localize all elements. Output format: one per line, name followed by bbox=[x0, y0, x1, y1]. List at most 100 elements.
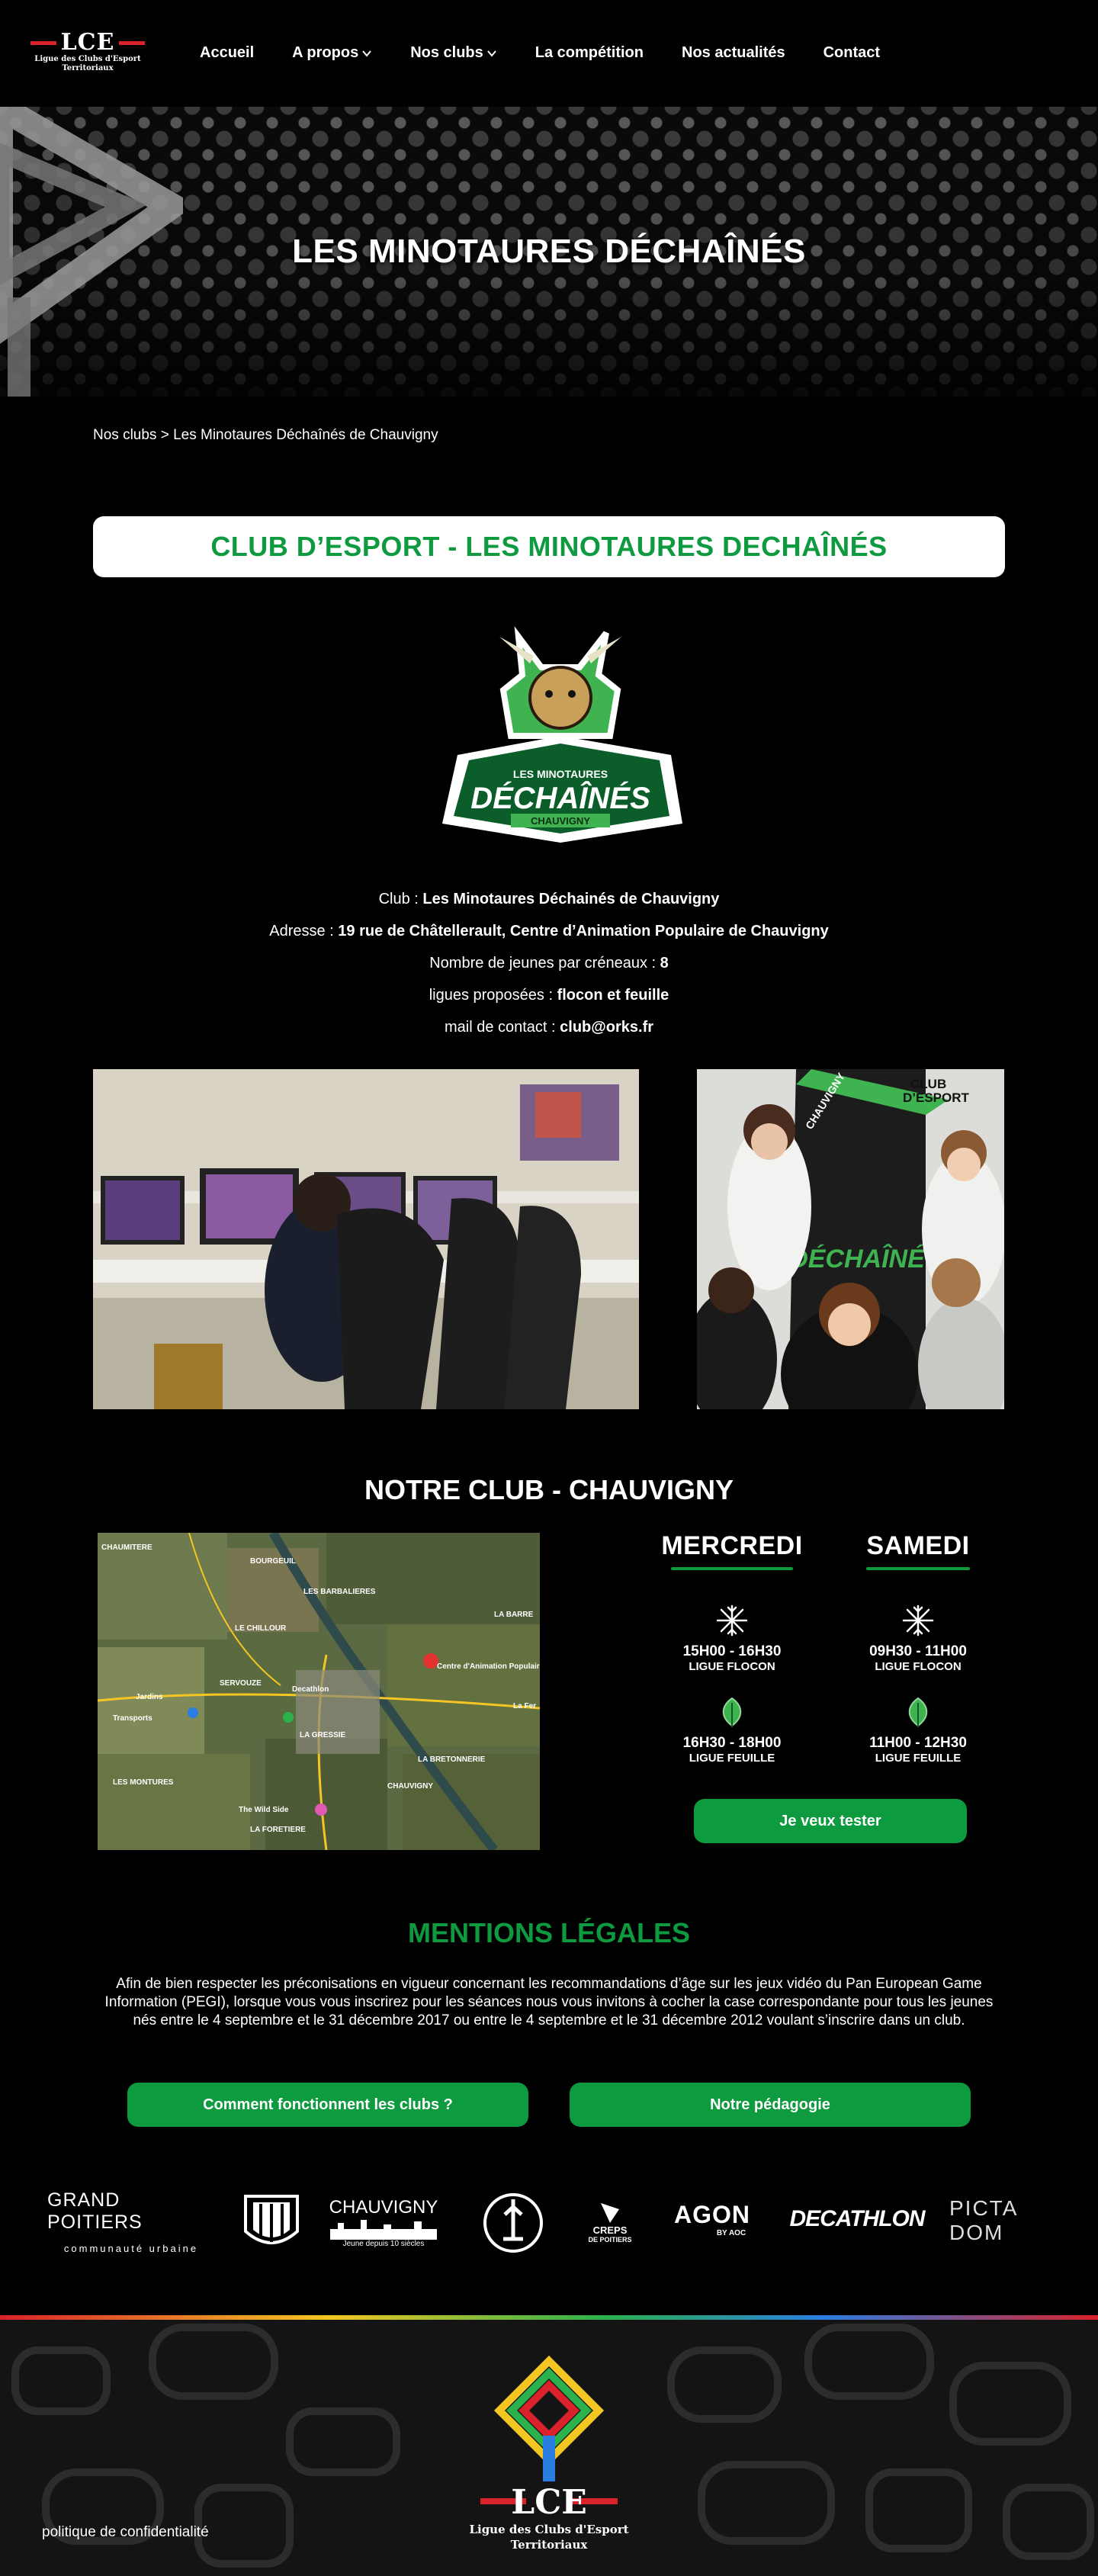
info-players: Nombre de jeunes par créneaux : 8 bbox=[429, 955, 669, 972]
partner-chauvigny-main: CHAUVIGNY bbox=[329, 2196, 438, 2218]
info-leagues: ligues proposées : flocon et feuille bbox=[429, 987, 669, 1004]
map-image: CHAUMITERE BOURGEUIL LES BARBALIERES LA … bbox=[98, 1533, 540, 1850]
footer-logo-mark: LCE bbox=[511, 2483, 587, 2522]
castle-skyline-icon bbox=[330, 2219, 437, 2240]
logo-subtitle-1: Ligue des Clubs d'Esport bbox=[34, 55, 141, 63]
partner-chauvigny-sub: Jeune depuis 10 siècles bbox=[342, 2239, 425, 2248]
map-label: CHAUMITERE bbox=[101, 1543, 152, 1552]
map-label: LA GRESSIE bbox=[300, 1731, 346, 1739]
logo-bar-right bbox=[119, 40, 146, 45]
slot-league: LIGUE FEUILLE bbox=[689, 1752, 775, 1765]
schedule-slot: 09H30 - 11H00 LIGUE FLOCON bbox=[834, 1604, 1002, 1674]
map-label: LES BARBALIERES bbox=[303, 1588, 376, 1596]
chevron-down-icon bbox=[362, 50, 371, 57]
partner-decathlon-logo[interactable]: DECATHLON bbox=[789, 2204, 925, 2234]
slot-league: LIGUE FLOCON bbox=[689, 1660, 775, 1673]
schedule-slot: 11H00 - 12H30 LIGUE FEUILLE bbox=[834, 1695, 1002, 1765]
snowflake-icon bbox=[902, 1604, 934, 1636]
footer-logo[interactable]: LCE Ligue des Clubs d'Esport Territoriau… bbox=[458, 2353, 640, 2574]
nav-actualites[interactable]: Nos actualités bbox=[682, 44, 785, 62]
partner-agon-main: AGON bbox=[674, 2201, 750, 2228]
nav-contact-label: Contact bbox=[823, 44, 881, 61]
map-label: BOURGEUIL bbox=[250, 1557, 296, 1566]
minotaure-club-logo-icon: LES MINOTAURES DÉCHAÎNÉS CHAUVIGNY bbox=[442, 626, 682, 843]
leaf-icon bbox=[722, 1697, 742, 1727]
map-label: CHAUVIGNY bbox=[387, 1782, 433, 1791]
info-club: Club : Les Minotaures Déchainés de Chauv… bbox=[378, 891, 720, 907]
privacy-policy-link[interactable]: politique de confidentialité bbox=[42, 2524, 209, 2541]
day-underline bbox=[671, 1567, 793, 1570]
schedule-slot: 16H30 - 18H00 LIGUE FEUILLE bbox=[648, 1695, 816, 1765]
pedagogy-button[interactable]: Notre pédagogie bbox=[570, 2083, 971, 2127]
breadcrumb: Nos clubs > Les Minotaures Déchaînés de … bbox=[93, 427, 438, 444]
map-label: LA BRETONNERIE bbox=[418, 1755, 486, 1764]
banner-club-label-2: D’ESPORT bbox=[903, 1090, 970, 1105]
banner-title: LES MINOTAURES DÉCHAÎNÉS bbox=[292, 233, 806, 270]
map-label: LES MONTURES bbox=[113, 1778, 174, 1787]
partner-agon-logo[interactable]: AGON BY AOC bbox=[666, 2196, 758, 2242]
map-label: Transports bbox=[113, 1714, 152, 1723]
map-label: SERVOUZE bbox=[220, 1679, 262, 1688]
hero-banner: LES MINOTAURES DÉCHAÎNÉS bbox=[0, 107, 1098, 397]
footer-logo-sub-1: Ligue des Clubs d'Esport bbox=[469, 2523, 628, 2536]
map-label: LA FORETIERE bbox=[250, 1826, 306, 1834]
schedule-day-wednesday: MERCREDI 15H00 - 16H30 LIGUE FLOCON 16H3… bbox=[648, 1531, 816, 1765]
slot-time: 09H30 - 11H00 bbox=[869, 1643, 967, 1659]
snowflake-icon bbox=[716, 1604, 748, 1636]
mentions-title: MENTIONS LÉGALES bbox=[407, 1917, 691, 1948]
day-name: SAMEDI bbox=[866, 1531, 970, 1560]
breadcrumb-parent-link[interactable]: Nos clubs bbox=[93, 427, 156, 443]
club-title-box: CLUB D’ESPORT - LES MINOTAURES DECHAÎNÉS bbox=[93, 516, 1005, 577]
schedule-title: NOTRE CLUB - CHAUVIGNY bbox=[364, 1474, 734, 1505]
schedule-slot: 15H00 - 16H30 LIGUE FLOCON bbox=[648, 1604, 816, 1674]
site-logo[interactable]: LCE Ligue des Clubs d'Esport Territoriau… bbox=[30, 29, 146, 76]
slot-time: 16H30 - 18H00 bbox=[682, 1735, 782, 1751]
breadcrumb-separator: > bbox=[160, 427, 169, 443]
partner-agon-sub: BY AOC bbox=[716, 2229, 746, 2237]
club-title: CLUB D’ESPORT - LES MINOTAURES DECHAÎNÉS bbox=[210, 531, 888, 562]
nav-competition-label: La compétition bbox=[535, 44, 644, 61]
location-map[interactable]: CHAUMITERE BOURGEUIL LES BARBALIERES LA … bbox=[98, 1533, 540, 1850]
logo-mark-text: LCE bbox=[60, 29, 115, 56]
nav-actualites-label: Nos actualités bbox=[682, 44, 785, 61]
gaming-room-image bbox=[93, 1069, 639, 1409]
nav-accueil-label: Accueil bbox=[200, 44, 255, 61]
map-label: La Fer bbox=[513, 1702, 536, 1710]
nav-contact[interactable]: Contact bbox=[824, 44, 880, 62]
partner-grand-poitiers-sub: communauté urbaine bbox=[63, 2242, 199, 2254]
nav-competition[interactable]: La compétition bbox=[535, 44, 644, 62]
photo-team: CLUB D’ESPORT CHAUVIGNY DÉCHAÎNÉ bbox=[697, 1069, 1004, 1409]
partner-creps-main: CREPS bbox=[592, 2224, 628, 2236]
creps-icon bbox=[601, 2202, 619, 2223]
nav-a-propos[interactable]: A propos bbox=[292, 44, 372, 62]
partner-pictadom-logo[interactable]: PICTA DOM bbox=[949, 2196, 1056, 2244]
nav-a-propos-label: A propos bbox=[292, 44, 359, 61]
partner-grand-poitiers-main: GRAND POITIERS bbox=[47, 2189, 143, 2233]
banner-logo-text: DÉCHAÎNÉ bbox=[789, 1245, 926, 1274]
main-nav: Accueil A propos Nos clubs La compétitio… bbox=[200, 44, 918, 62]
try-button[interactable]: Je veux tester bbox=[694, 1799, 967, 1843]
day-underline bbox=[866, 1567, 970, 1570]
nav-accueil[interactable]: Accueil bbox=[200, 44, 254, 62]
partner-creps-logo[interactable]: CREPS DE POITIERS bbox=[580, 2187, 640, 2257]
partners-strip: GRAND POITIERS communauté urbaine CHAUVI… bbox=[0, 2181, 1098, 2257]
breadcrumb-current: Les Minotaures Déchaînés de Chauvigny bbox=[173, 427, 438, 443]
nav-nos-clubs[interactable]: Nos clubs bbox=[410, 44, 497, 62]
partner-pictadom-main: PICTA DOM bbox=[949, 2196, 1017, 2244]
slot-league: LIGUE FLOCON bbox=[875, 1660, 962, 1673]
slot-time: 11H00 - 12H30 bbox=[869, 1735, 967, 1751]
site-header: LCE Ligue des Clubs d'Esport Territoriau… bbox=[0, 0, 1098, 107]
map-label: LE CHILLOUR bbox=[235, 1624, 287, 1633]
banner-club-label-1: CLUB bbox=[910, 1077, 946, 1091]
how-clubs-work-button[interactable]: Comment fonctionnent les clubs ? bbox=[127, 2083, 528, 2127]
logo-subtitle-2: Territoriaux bbox=[62, 64, 114, 72]
shield-crest-icon[interactable] bbox=[242, 2193, 300, 2253]
partner-chauvigny-logo[interactable]: CHAUVIGNY Jeune depuis 10 siècles bbox=[326, 2192, 441, 2253]
club-info: Club : Les Minotaures Déchainés de Chauv… bbox=[0, 883, 1098, 1043]
partner-creps-sub: DE POITIERS bbox=[588, 2235, 632, 2244]
partner-decathlon-main: DECATHLON bbox=[789, 2206, 925, 2231]
nav-nos-clubs-label: Nos clubs bbox=[410, 44, 483, 61]
photo-gaming-room bbox=[93, 1069, 639, 1409]
circle-emblem-icon[interactable] bbox=[482, 2192, 544, 2254]
partner-grand-poitiers-logo[interactable]: GRAND POITIERS communauté urbaine bbox=[47, 2189, 215, 2254]
